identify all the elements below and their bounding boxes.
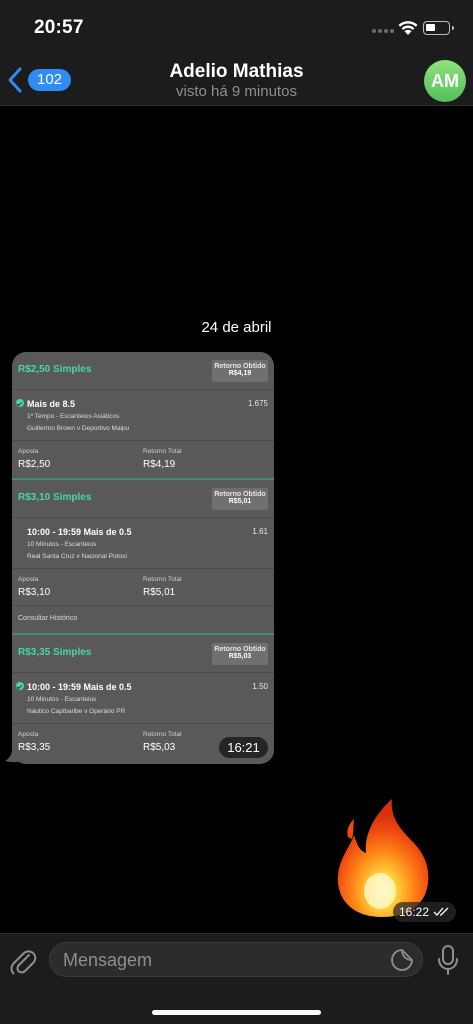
selection-market: 10 Minutos - Escanteios <box>27 696 97 703</box>
bet-amount-value: R$3,10 <box>18 587 51 598</box>
bet-stake: R$3,35 Simples <box>18 647 92 658</box>
bet-selection: Mais de 8.5 1.675 1º Tempo - Escanteios … <box>12 391 274 441</box>
read-checkmarks-icon <box>433 907 449 916</box>
total-return-value: R$5,03 <box>143 742 176 753</box>
chat-area[interactable]: 24 de abril R$2,50 Simples Retorno Obtid… <box>0 107 473 933</box>
message-input-bar: Mensagem <box>0 933 473 1024</box>
total-return-value: R$4,19 <box>143 459 176 470</box>
selection-odds: 1.675 <box>247 399 268 408</box>
check-icon <box>16 682 24 690</box>
return-box: Retorno Obtido R$5,01 <box>212 488 268 510</box>
chat-title[interactable]: Adelio Mathias <box>0 61 473 83</box>
bet-amount-value: R$2,50 <box>18 459 51 470</box>
bet-card: R$3,10 Simples Retorno Obtido R$5,01 10:… <box>12 480 274 634</box>
selection-match: Real Santa Cruz v Nacional Potosí <box>27 553 128 560</box>
selection-market: 1º Tempo - Escanteios Asiáticos <box>27 413 120 420</box>
return-box: Retorno Obtido R$5,03 <box>212 643 268 665</box>
paperclip-icon[interactable] <box>9 946 37 976</box>
total-return-value: R$5,01 <box>143 587 176 598</box>
return-label: Retorno Obtido <box>214 491 266 498</box>
return-value: R$5,01 <box>228 498 252 505</box>
bet-selection: 10:00 - 19:59 Mais de 0.5 1.50 10 Minuto… <box>12 674 274 724</box>
chat-header: 102 Adelio Mathias visto há 9 minutos AM <box>0 56 473 106</box>
return-value: R$4,19 <box>228 370 252 377</box>
home-indicator <box>152 1010 321 1015</box>
emoji-message-meta: 16:22 <box>393 902 457 922</box>
selection-title: 10:00 - 19:59 Mais de 0.5 <box>27 527 132 537</box>
message-input[interactable]: Mensagem <box>49 942 423 977</box>
message-placeholder: Mensagem <box>63 950 153 970</box>
total-return-label: Retorno Total <box>143 448 182 455</box>
selection-odds: 1.61 <box>252 527 268 536</box>
bet-amount-label: Aposta <box>18 731 39 738</box>
return-value: R$5,03 <box>228 653 252 660</box>
bet-selection: 10:00 - 19:59 Mais de 0.5 1.61 10 Minuto… <box>12 519 274 569</box>
date-separator: 24 de abril <box>201 319 272 336</box>
bet-stake: R$3,10 Simples <box>18 492 92 503</box>
bet-screenshot-message[interactable]: R$2,50 Simples Retorno Obtido R$4,19 Mai… <box>12 352 274 764</box>
fire-emoji-icon[interactable] <box>330 795 434 919</box>
selection-match: Guillermo Brown v Deportivo Maipu <box>27 425 130 432</box>
selection-title: Mais de 8.5 <box>27 399 76 409</box>
battery-icon <box>423 21 454 35</box>
status-bar: 20:57 <box>0 0 473 56</box>
check-icon <box>16 399 24 407</box>
total-return-label: Retorno Total <box>143 576 182 583</box>
return-box: Retorno Obtido R$4,19 <box>212 360 268 382</box>
status-time: 20:57 <box>34 17 84 38</box>
row-divider <box>12 605 274 606</box>
cellular-signal-icon <box>372 29 394 33</box>
bet-stake: R$2,50 Simples <box>18 364 92 375</box>
microphone-icon[interactable] <box>436 944 460 976</box>
avatar[interactable]: AM <box>424 60 466 102</box>
sticker-icon[interactable] <box>390 948 414 972</box>
selection-market: 10 Minutos - Escanteios <box>27 541 97 548</box>
bet-amount-label: Aposta <box>18 576 39 583</box>
bet-header: R$3,10 Simples Retorno Obtido R$5,01 <box>12 480 274 518</box>
selection-title: 10:00 - 19:59 Mais de 0.5 <box>27 682 132 692</box>
bet-header: R$3,35 Simples Retorno Obtido R$5,03 <box>12 635 274 673</box>
selection-odds: 1.50 <box>252 682 268 691</box>
message-time: 16:21 <box>219 737 268 758</box>
bet-amount-value: R$3,35 <box>18 742 51 753</box>
wifi-icon <box>398 21 418 35</box>
bet-card: R$2,50 Simples Retorno Obtido R$4,19 Mai… <box>12 352 274 478</box>
selection-match: Náutico Capibaribe v Operário PR <box>27 708 126 715</box>
return-label: Retorno Obtido <box>214 363 266 370</box>
bet-header: R$2,50 Simples Retorno Obtido R$4,19 <box>12 352 274 390</box>
message-time: 16:22 <box>399 905 430 919</box>
bet-amount-label: Aposta <box>18 448 39 455</box>
return-label: Retorno Obtido <box>214 646 266 653</box>
total-return-label: Retorno Total <box>143 731 182 738</box>
history-link: Consultar Histórico <box>18 615 78 622</box>
last-seen-status: visto há 9 minutos <box>176 83 297 100</box>
